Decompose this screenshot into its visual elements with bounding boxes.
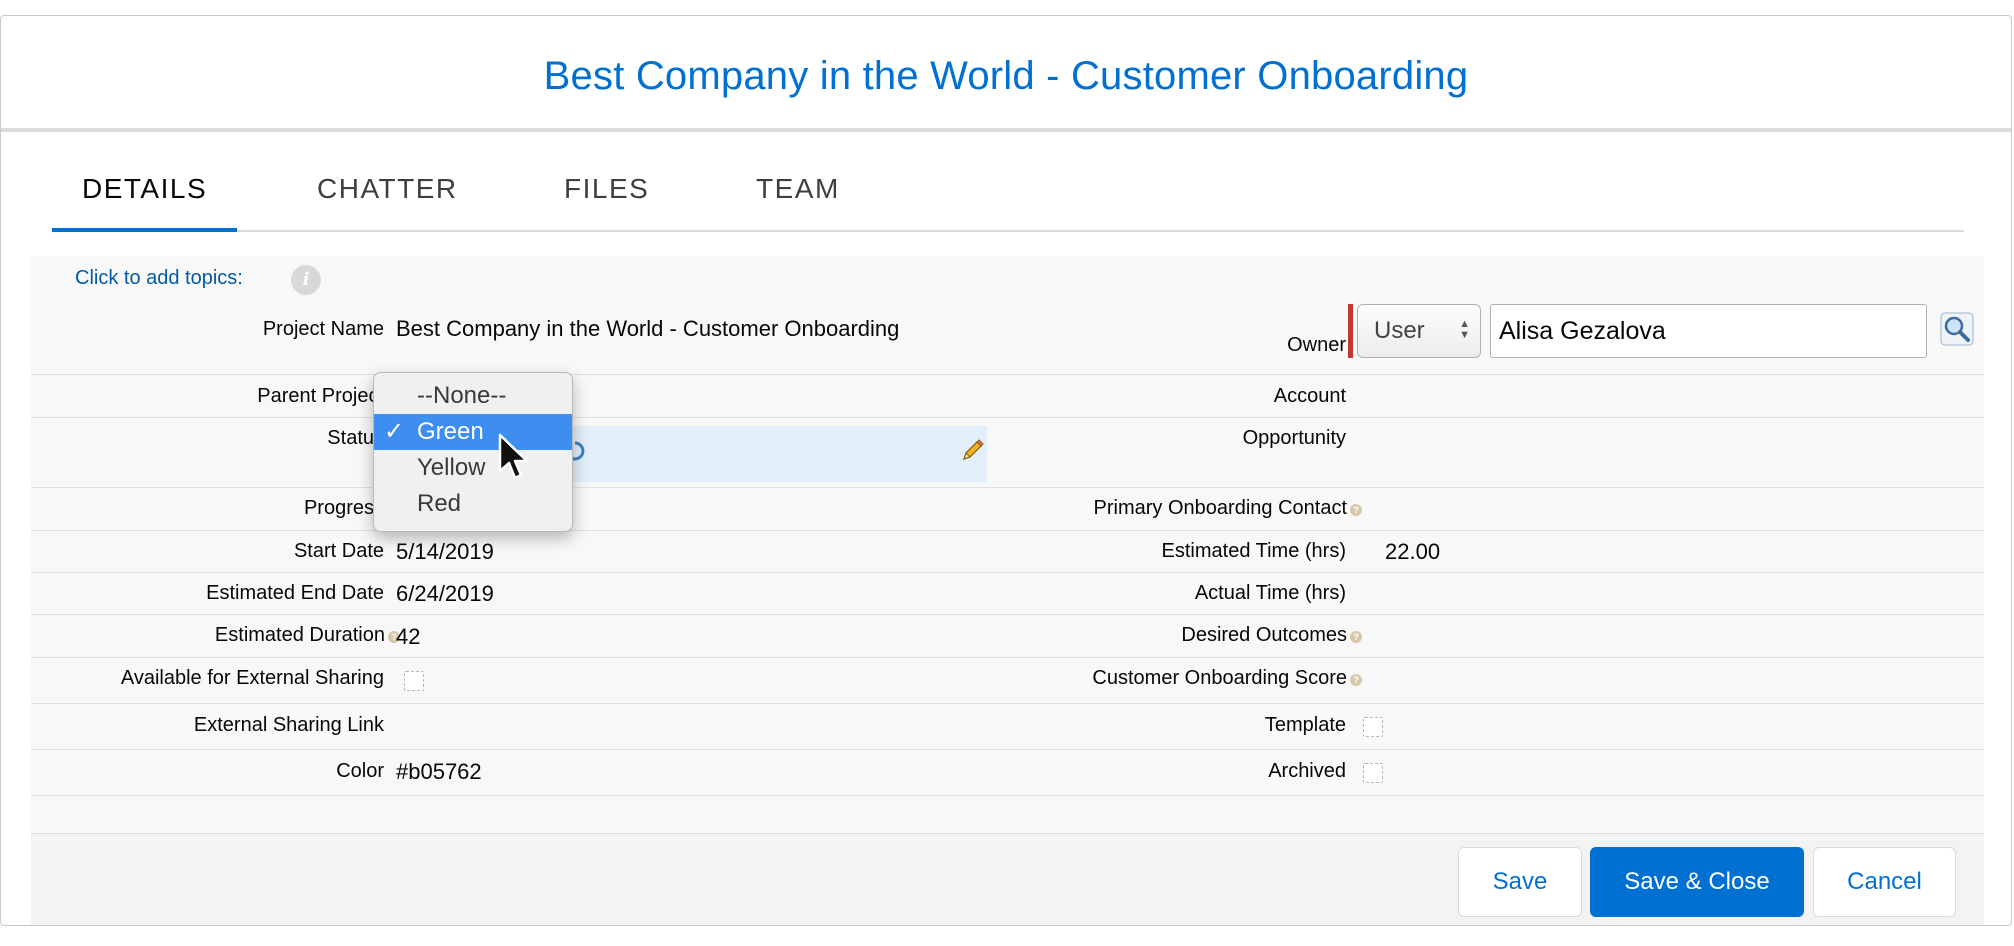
status-option-none[interactable]: --None-- <box>374 378 572 414</box>
color-value: #b05762 <box>396 759 482 784</box>
external-sharing-label: Available for External Sharing <box>120 667 384 689</box>
external-sharing-checkbox[interactable] <box>404 671 424 691</box>
status-option-yellow-label: Yellow <box>417 454 486 481</box>
estimated-time-label: Estimated Time (hrs) <box>1161 540 1346 562</box>
estimated-duration-value: 42 <box>396 624 421 649</box>
project-name-value: Best Company in the World - Customer Onb… <box>396 316 900 341</box>
parent-project-label: Parent Project <box>257 385 384 407</box>
desired-outcomes-label: Desired Outcomes? <box>1181 624 1362 647</box>
row-parent-project: Parent Project Account <box>31 375 1984 418</box>
lookup-icon[interactable] <box>1940 312 1974 346</box>
status-option-red-label: Red <box>417 490 462 517</box>
estimated-duration-label: Estimated Duration? <box>215 624 400 647</box>
row-external-link: External Sharing Link Template <box>31 704 1984 750</box>
status-option-none-label: --None-- <box>417 382 507 409</box>
primary-contact-label: Primary Onboarding Contact? <box>1094 497 1362 520</box>
desired-outcomes-label-text: Desired Outcomes <box>1181 624 1347 646</box>
actual-time-label: Actual Time (hrs) <box>1194 582 1346 604</box>
color-label: Color <box>336 760 384 782</box>
external-link-label: External Sharing Link <box>193 714 384 736</box>
start-date-value: 5/14/2019 <box>396 539 494 564</box>
row-status: Status Opportunity <box>31 418 1984 488</box>
tab-bar: DETAILS CHATTER FILES TEAM <box>52 132 1964 232</box>
modal-header: Best Company in the World - Customer Onb… <box>1 16 2011 132</box>
estimated-end-date-label: Estimated End Date <box>206 582 384 604</box>
row-estimated-duration: Estimated Duration? 42 Desired Outcomes? <box>31 615 1984 658</box>
select-arrows-icon: ▲ ▼ <box>1459 318 1470 341</box>
tab-chatter[interactable]: CHATTER <box>317 132 458 230</box>
save-button[interactable]: Save <box>1458 847 1582 917</box>
account-label: Account <box>1273 385 1346 407</box>
status-option-green-label: Green <box>417 418 484 445</box>
save-close-button[interactable]: Save & Close <box>1590 847 1804 917</box>
tab-details[interactable]: DETAILS <box>52 132 238 232</box>
modal-footer: Save Save & Close Cancel <box>31 833 1984 925</box>
pencil-icon[interactable] <box>959 438 985 464</box>
progress-label: Progress <box>303 497 384 519</box>
project-name-label: Project Name <box>262 318 384 340</box>
row-estimated-end-date: Estimated End Date 6/24/2019 Actual Time… <box>31 573 1984 615</box>
required-indicator <box>1348 304 1353 358</box>
status-option-red[interactable]: Red <box>374 486 572 522</box>
info-icon[interactable]: i <box>291 265 321 295</box>
template-label: Template <box>1264 714 1346 736</box>
mouse-pointer-icon <box>498 433 529 480</box>
row-progress: Progress Primary Onboarding Contact? <box>31 488 1984 531</box>
help-icon[interactable]: ? <box>1350 504 1362 516</box>
status-option-yellow[interactable]: Yellow <box>374 450 572 486</box>
onboarding-score-label-text: Customer Onboarding Score <box>1092 667 1347 689</box>
row-external-sharing: Available for External Sharing Customer … <box>31 658 1984 704</box>
archived-label: Archived <box>1268 760 1346 782</box>
primary-contact-label-text: Primary Onboarding Contact <box>1093 497 1347 519</box>
row-start-date: Start Date 5/14/2019 Estimated Time (hrs… <box>31 531 1984 573</box>
details-grid: Project Name Best Company in the World -… <box>31 300 1984 796</box>
start-date-label: Start Date <box>293 540 384 562</box>
estimated-end-date-value: 6/24/2019 <box>396 581 494 606</box>
details-panel: Click to add topics: i Project Name Best… <box>31 256 1984 925</box>
estimated-duration-label-text: Estimated Duration <box>214 624 385 646</box>
owner-type-select[interactable]: User ▲ ▼ <box>1357 304 1481 358</box>
template-checkbox[interactable] <box>1363 717 1383 737</box>
help-icon[interactable]: ? <box>1350 674 1362 686</box>
opportunity-label: Opportunity <box>1242 427 1346 449</box>
status-option-green[interactable]: ✓ Green <box>374 414 572 450</box>
row-project-name: Project Name Best Company in the World -… <box>31 300 1984 375</box>
cancel-button[interactable]: Cancel <box>1813 847 1956 917</box>
owner-input[interactable]: Alisa Gezalova <box>1490 304 1927 358</box>
tab-team[interactable]: TEAM <box>756 132 840 230</box>
add-topics-link[interactable]: Click to add topics: <box>75 256 243 300</box>
archived-checkbox[interactable] <box>1363 763 1383 783</box>
modal-title: Best Company in the World - Customer Onb… <box>543 53 1469 98</box>
owner-label: Owner <box>1287 334 1346 356</box>
row-color: Color #b05762 Archived <box>31 750 1984 796</box>
estimated-time-value: 22.00 <box>1385 539 1441 564</box>
checkmark-icon: ✓ <box>384 418 405 445</box>
owner-type-value: User <box>1374 317 1425 344</box>
edit-project-modal: Best Company in the World - Customer Onb… <box>0 15 2012 926</box>
status-dropdown-menu: --None-- ✓ Green Yellow Red <box>373 372 573 532</box>
help-icon[interactable]: ? <box>1350 631 1362 643</box>
tab-files[interactable]: FILES <box>564 132 649 230</box>
onboarding-score-label: Customer Onboarding Score? <box>1092 667 1362 690</box>
